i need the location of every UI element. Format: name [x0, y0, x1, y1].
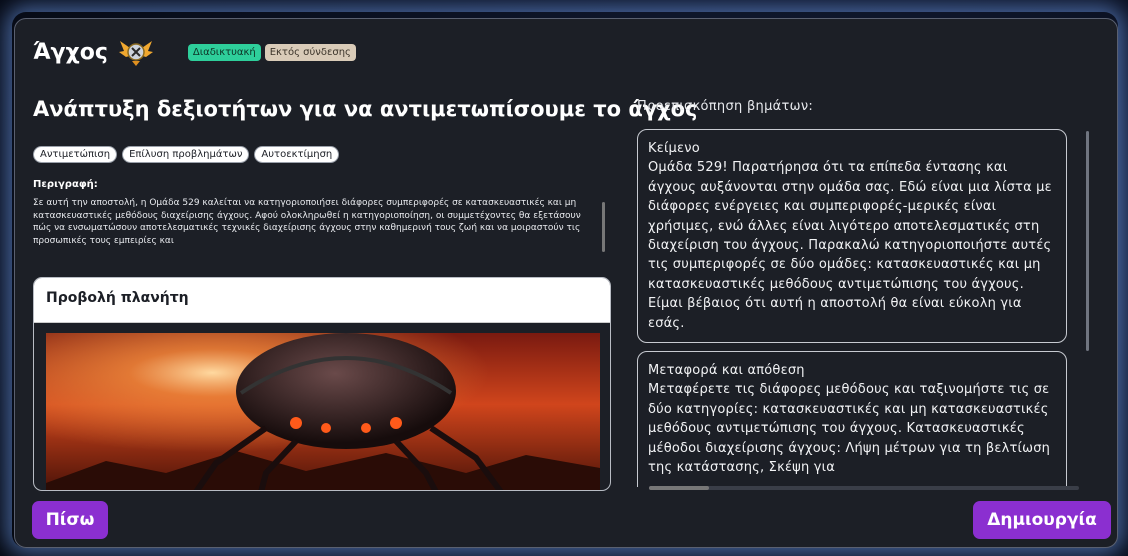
- header: Άγχος Διαδικτυακή Εκτός σύνδεσης: [33, 37, 356, 67]
- steps-preview-label: Προεπισκόπηση βημάτων:: [637, 99, 814, 114]
- tag: Αντιμετώπιση: [33, 146, 118, 163]
- planet-view-card: Προβολή πλανήτη: [33, 277, 611, 491]
- create-button[interactable]: Δημιουργία: [973, 501, 1111, 539]
- back-button[interactable]: Πίσω: [32, 501, 108, 539]
- steps-preview-list[interactable]: Κείμενο Ομάδα 529! Παρατήρησα ότι τα επί…: [635, 129, 1081, 487]
- winged-emblem-icon: [118, 41, 153, 66]
- online-badge: Διαδικτυακή: [187, 43, 261, 61]
- step-title: Κείμενο: [648, 141, 700, 156]
- description-text: Σε αυτή την αποστολή, η Ομάδα 529 καλείτ…: [33, 198, 581, 246]
- tag: Επίλυση προβλημάτων: [122, 146, 250, 163]
- horizontal-scroll-thumb[interactable]: [649, 486, 709, 490]
- planet-view-header: Προβολή πλανήτη: [34, 278, 610, 323]
- step-card: Μεταφορά και απόθεση Μεταφέρετε τις διάφ…: [637, 351, 1067, 487]
- planet-image: [46, 333, 600, 490]
- mission-title: Ανάπτυξη δεξιοτήτων για να αντιμετωπίσου…: [33, 97, 698, 121]
- description-scrollbar[interactable]: [602, 202, 605, 252]
- tag-list: Αντιμετώπιση Επίλυση προβλημάτων Αυτοεκτ…: [33, 146, 340, 163]
- step-title: Μεταφορά και απόθεση: [648, 363, 805, 378]
- step-body: Ομάδα 529! Παρατήρησα ότι τα επίπεδα έντ…: [648, 160, 1052, 331]
- page-title: Άγχος: [33, 39, 108, 65]
- description-label: Περιγραφή:: [33, 179, 98, 190]
- steps-vertical-scrollbar[interactable]: [1086, 131, 1089, 351]
- offline-badge: Εκτός σύνδεσης: [264, 43, 356, 61]
- steps-horizontal-scrollbar[interactable]: [649, 486, 1079, 490]
- step-body: Μεταφέρετε τις διάφορες μεθόδους και ταξ…: [648, 382, 1051, 476]
- tag: Αυτοεκτίμηση: [254, 146, 340, 163]
- mission-panel: Άγχος Διαδικτυακή Εκτός σύνδεσης Ανάπτυξ…: [14, 18, 1118, 548]
- planet-view-title: Προβολή πλανήτη: [46, 290, 189, 306]
- step-card: Κείμενο Ομάδα 529! Παρατήρησα ότι τα επί…: [637, 129, 1067, 343]
